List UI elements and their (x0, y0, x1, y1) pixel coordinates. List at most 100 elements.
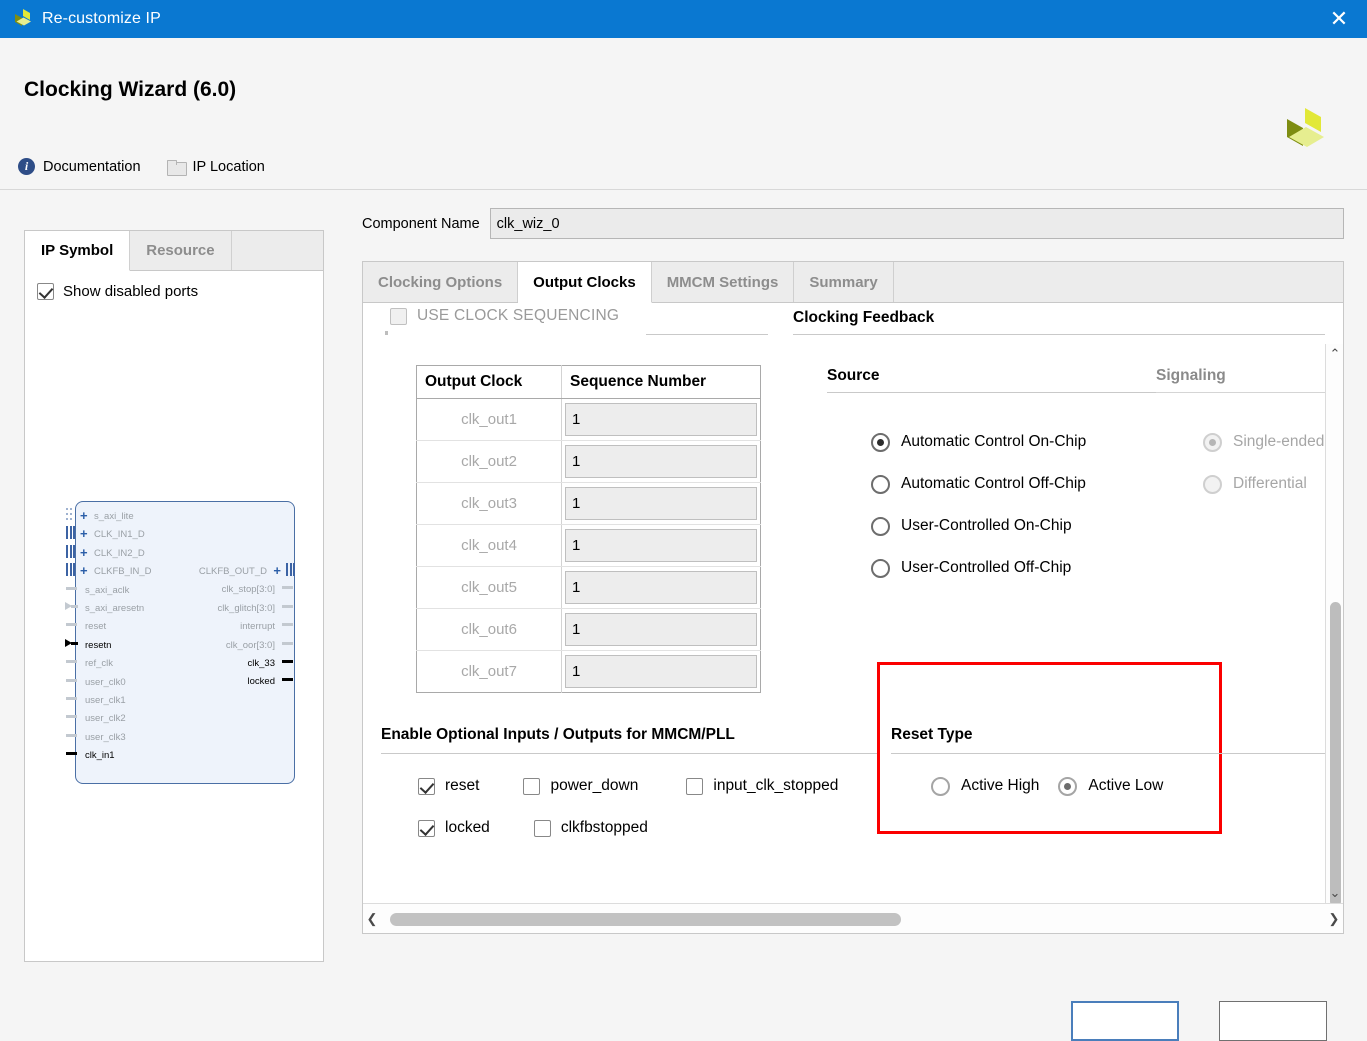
table-row: clk_out1 1 (416, 398, 761, 441)
show-disabled-ports-row[interactable]: Show disabled ports (25, 271, 323, 300)
pin-icon (282, 586, 293, 590)
sequence-number-input[interactable]: 1 (565, 571, 757, 604)
xilinx-logo-icon (12, 8, 34, 30)
reset-type-highlight-box (877, 662, 1222, 834)
radio-button[interactable] (871, 474, 890, 494)
cell-sequence-number[interactable]: 1 (561, 398, 761, 441)
use-clock-sequencing-row[interactable]: USE CLOCK SEQUENCING (390, 307, 619, 325)
use-clock-sequencing-checkbox[interactable] (390, 307, 407, 325)
signaling-option-1[interactable]: Single-ended (1203, 421, 1324, 463)
table-header-row: Output Clock Sequence Number (416, 365, 761, 399)
checkbox[interactable] (418, 819, 435, 837)
pin-icon (66, 586, 77, 590)
window-titlebar: Re-customize IP ✕ (0, 0, 1367, 38)
left-panel-tabs: IP Symbol Resource (25, 231, 323, 271)
pin-icon (66, 678, 77, 682)
sequence-number-input[interactable]: 1 (565, 403, 757, 436)
port-label-clk_in1: clk_in1 (85, 750, 115, 762)
source-option-4[interactable]: User-Controlled Off-Chip (871, 547, 1086, 589)
cell-sequence-number[interactable]: 1 (561, 566, 761, 609)
vertical-scrollbar[interactable]: ⌃ ⌄ (1325, 344, 1344, 907)
component-name-input[interactable]: clk_wiz_0 (489, 208, 1344, 239)
ip-location-link[interactable]: IP Location (166, 158, 265, 176)
cell-output-clock: clk_out3 (416, 482, 562, 525)
bus-connector-icon (66, 563, 75, 577)
optional-io-label: clkfbstopped (560, 819, 648, 836)
optional-io-clkfbstopped[interactable]: clkfbstopped (533, 819, 648, 837)
scroll-up-icon[interactable]: ⌃ (1326, 344, 1344, 364)
cell-sequence-number[interactable]: 1 (561, 608, 761, 651)
expand-plus-icon[interactable]: + (80, 509, 88, 522)
source-title: Source (827, 367, 880, 384)
radio-button[interactable] (1203, 474, 1222, 494)
radio-button[interactable] (1058, 776, 1078, 796)
port-label-locked: locked (247, 676, 275, 688)
checkbox[interactable] (533, 819, 551, 837)
dialog-body: IP Symbol Resource Show disabled ports +… (0, 190, 1367, 1041)
show-disabled-ports-checkbox[interactable] (37, 283, 54, 300)
cell-sequence-number[interactable]: 1 (561, 440, 761, 483)
tab-resource[interactable]: Resource (130, 231, 232, 270)
tab-clocking-options[interactable]: Clocking Options (363, 262, 519, 302)
horizontal-scrollbar[interactable]: ❮ ❯ (363, 903, 1343, 933)
sequence-number-input[interactable]: 1 (565, 445, 757, 478)
scroll-left-icon[interactable]: ❮ (363, 904, 381, 934)
expand-plus-icon[interactable]: + (80, 546, 88, 559)
checkbox[interactable] (523, 777, 541, 795)
tab-mmcm-settings[interactable]: MMCM Settings (652, 262, 795, 302)
documentation-link[interactable]: i Documentation (18, 158, 141, 175)
cancel-button[interactable] (1219, 1001, 1327, 1041)
settings-tabs: Clocking Options Output Clocks MMCM Sett… (363, 262, 1343, 303)
horizontal-scrollbar-thumb[interactable] (390, 913, 901, 926)
checkbox[interactable] (418, 777, 435, 795)
radio-button[interactable] (1203, 432, 1222, 452)
source-rule (827, 392, 1182, 393)
expand-plus-icon[interactable]: + (80, 564, 88, 577)
sequence-number-input[interactable]: 1 (565, 529, 757, 562)
radio-button[interactable] (871, 432, 890, 452)
radio-button[interactable] (871, 558, 890, 578)
source-option-2[interactable]: Automatic Control Off-Chip (871, 463, 1086, 505)
ok-button[interactable] (1071, 1001, 1179, 1041)
use-clock-sequencing-rule (390, 334, 768, 335)
reset-type-option-label: Active High (961, 777, 1040, 794)
tab-summary[interactable]: Summary (794, 262, 894, 302)
source-option-1[interactable]: Automatic Control On-Chip (871, 421, 1086, 463)
checkbox[interactable] (686, 777, 704, 795)
radio-button[interactable] (871, 516, 890, 536)
reset-type-option-1[interactable]: Active High (931, 765, 1039, 807)
sequence-number-input[interactable]: 1 (565, 487, 757, 520)
cell-sequence-number[interactable]: 1 (561, 650, 761, 693)
ip-location-label: IP Location (192, 158, 265, 175)
radio-button[interactable] (931, 776, 950, 796)
signaling-option-2[interactable]: Differential (1203, 463, 1324, 505)
vertical-scrollbar-thumb[interactable] (1330, 602, 1341, 907)
source-option-3[interactable]: User-Controlled On-Chip (871, 505, 1086, 547)
pin-icon (66, 623, 77, 627)
cell-sequence-number[interactable]: 1 (561, 524, 761, 567)
scroll-down-icon[interactable]: ⌄ (1326, 883, 1344, 903)
signaling-title: Signaling (1156, 367, 1226, 384)
tab-output-clocks[interactable]: Output Clocks (518, 262, 652, 303)
sequence-number-input[interactable]: 1 (565, 613, 757, 646)
table-row: clk_out2 1 (416, 440, 761, 483)
cell-sequence-number[interactable]: 1 (561, 482, 761, 525)
port-label-CLKFB_IN_D: CLKFB_IN_D (94, 566, 152, 578)
scroll-right-icon[interactable]: ❯ (1325, 904, 1343, 934)
sequence-number-input[interactable]: 1 (565, 655, 757, 688)
reset-type-option-2[interactable]: Active Low (1058, 765, 1163, 807)
tab-ip-symbol[interactable]: IP Symbol (25, 231, 131, 271)
header-link-bar: i Documentation IP Location (18, 158, 265, 176)
optional-io-reset[interactable]: reset (418, 777, 479, 795)
port-label-resetn: resetn (85, 639, 112, 651)
configuration-panel: Component Name clk_wiz_0 Clocking Option… (362, 208, 1344, 960)
optional-io-power-down[interactable]: power_down (523, 777, 638, 795)
pin-icon (66, 715, 77, 719)
optional-io-rows: reset power_down input_clk_stoppedlocked cl… (418, 765, 838, 849)
optional-io-input-clk-stopped[interactable]: input_clk_stopped (686, 777, 838, 795)
expand-plus-icon[interactable]: + (273, 564, 281, 577)
optional-io-locked[interactable]: locked (418, 819, 490, 837)
expand-plus-icon[interactable]: + (80, 527, 88, 540)
use-clock-sequencing-label: USE CLOCK SEQUENCING (417, 307, 620, 324)
close-icon[interactable]: ✕ (1311, 0, 1367, 38)
